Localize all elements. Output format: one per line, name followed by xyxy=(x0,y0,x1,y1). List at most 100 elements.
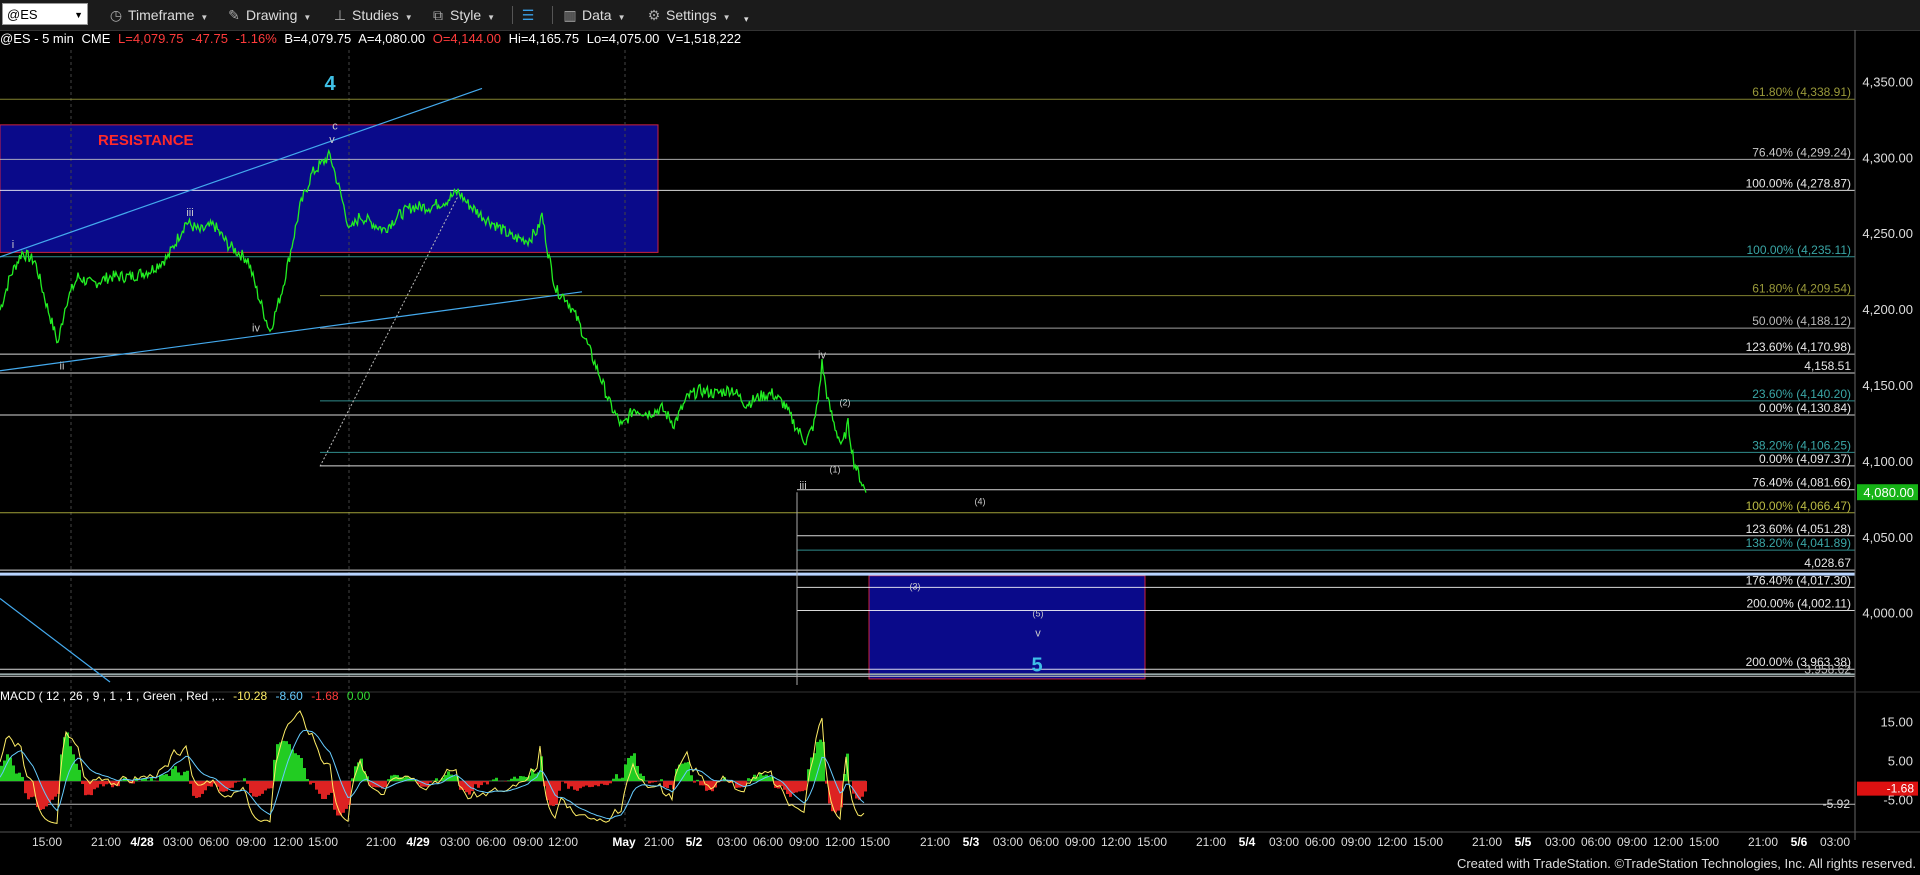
macd-histogram-bar xyxy=(483,781,486,783)
macd-histogram-bar xyxy=(600,781,603,784)
macd-histogram-bar xyxy=(51,781,54,800)
macd-histogram-bar xyxy=(777,781,780,789)
x-tick-label: 4/29 xyxy=(406,835,430,849)
x-tick-label: 12:00 xyxy=(825,835,855,849)
macd-histogram-bar xyxy=(663,781,666,788)
macd-histogram-bar xyxy=(162,774,165,782)
macd-histogram-bar xyxy=(582,781,585,787)
price-chart[interactable]: RESISTANCE 61.80% (4,338.91) 76.40% (4,29… xyxy=(0,0,1920,875)
y-tick-label: 4,150.00 xyxy=(1862,378,1913,393)
macd-histogram-bar xyxy=(450,774,453,782)
wave-label: iii xyxy=(799,480,806,492)
wave-label: (4) xyxy=(975,496,986,506)
x-tick-label: 06:00 xyxy=(476,835,506,849)
macd-histogram-bar xyxy=(42,781,45,810)
macd-diff-value: -1.68 xyxy=(311,689,339,703)
macd-histogram-bar xyxy=(261,781,264,794)
macd-histogram-bar xyxy=(477,781,480,788)
macd-histogram-bar xyxy=(228,781,231,789)
y-tick-label: 4,050.00 xyxy=(1862,530,1913,545)
fib-level-label: 76.40% (4,299.24) xyxy=(1752,145,1851,159)
macd-histogram-bar xyxy=(789,781,792,797)
macd-histogram-bar xyxy=(243,778,246,782)
macd-histogram-bar xyxy=(558,781,561,791)
x-tick-label: 03:00 xyxy=(1820,835,1850,849)
macd-histogram-bar xyxy=(792,781,795,794)
macd-histogram-bar xyxy=(102,781,105,787)
macd-histogram-bar xyxy=(84,781,87,796)
macd-histogram-bar xyxy=(54,781,57,797)
fib-level-label: 100.00% (4,278.87) xyxy=(1746,176,1851,190)
macd-histogram-bar xyxy=(495,777,498,782)
fib-level-label: 123.60% (4,051.28) xyxy=(1746,522,1851,536)
y-tick-label: 4,000.00 xyxy=(1862,606,1913,621)
x-tick-label: 15:00 xyxy=(32,835,62,849)
macd-histogram-bar xyxy=(270,781,273,789)
resistance-label: RESISTANCE xyxy=(98,132,194,149)
macd-histogram-bar xyxy=(252,781,255,797)
macd-histogram-bar xyxy=(651,781,654,783)
fib-level-label: 200.00% (4,002.11) xyxy=(1746,596,1851,610)
fib-level-label: 38.20% (4,106.25) xyxy=(1752,438,1851,452)
macd-histogram-bar xyxy=(660,779,663,782)
macd-histogram-bar xyxy=(864,781,867,792)
macd-histogram-bar xyxy=(555,781,558,805)
macd-histogram-bar xyxy=(201,781,204,794)
macd-histogram-bar xyxy=(75,763,78,782)
x-tick-label: 15:00 xyxy=(308,835,338,849)
macd-histogram-bar xyxy=(21,776,24,782)
x-tick-label: 03:00 xyxy=(163,835,193,849)
macd-histogram-bar xyxy=(798,781,801,792)
x-tick-label: 15:00 xyxy=(1413,835,1443,849)
macd-histogram-bar xyxy=(231,781,234,788)
macd-histogram-bar xyxy=(297,755,300,782)
macd-histogram-bar xyxy=(567,781,570,789)
macd-histogram-bar xyxy=(147,780,150,782)
macd-histogram-bar xyxy=(324,781,327,800)
macd-histogram-bar xyxy=(93,781,96,790)
macd-histogram-bar xyxy=(768,777,771,782)
macd-histogram-bar xyxy=(411,780,414,782)
macd-histogram-bar xyxy=(516,778,519,782)
macd-line-value-label: -5.92 xyxy=(1823,797,1851,811)
y-tick-label: 4,200.00 xyxy=(1862,302,1913,317)
macd-histogram-bar xyxy=(510,778,513,782)
macd-histogram-bar xyxy=(609,781,612,784)
wave-label: v xyxy=(1035,627,1041,639)
macd-histogram-bar xyxy=(612,778,615,782)
x-tick-label: 4/28 xyxy=(130,835,154,849)
x-tick-label: 09:00 xyxy=(1617,835,1647,849)
x-tick-label: 21:00 xyxy=(920,835,950,849)
macd-histogram-bar xyxy=(294,753,297,782)
macd-histogram-bar xyxy=(597,781,600,787)
fib-level-label: 0.00% (4,097.37) xyxy=(1759,452,1851,466)
macd-histogram-bar xyxy=(564,781,567,784)
macd-histogram-bar xyxy=(585,781,588,786)
fib-level-label: 123.60% (4,170.98) xyxy=(1746,340,1851,354)
x-tick-label: 09:00 xyxy=(1341,835,1371,849)
wave-label: c xyxy=(332,120,338,132)
macd-histogram-bar xyxy=(507,780,510,782)
x-tick-label: 03:00 xyxy=(1269,835,1299,849)
macd-y-tick-label: 15.00 xyxy=(1880,714,1913,729)
macd-histogram-bar xyxy=(687,761,690,782)
macd-histogram-bar xyxy=(144,778,147,782)
x-tick-label: 12:00 xyxy=(1653,835,1683,849)
macd-histogram-bar xyxy=(177,772,180,782)
macd-histogram-bar xyxy=(258,781,261,796)
macd-histogram-bar xyxy=(78,769,81,782)
y-tick-label: 4,300.00 xyxy=(1862,150,1913,165)
y-tick-label: 4,100.00 xyxy=(1862,454,1913,469)
fib-level-label: 4,158.51 xyxy=(1804,359,1851,373)
macd-histogram-bar xyxy=(288,744,291,782)
macd-histogram-bar xyxy=(303,767,306,782)
x-tick-label: 06:00 xyxy=(199,835,229,849)
macd-histogram-bar xyxy=(711,781,714,792)
wave-label: (5) xyxy=(1033,609,1044,619)
x-tick-label: 12:00 xyxy=(1377,835,1407,849)
wave-label: iv xyxy=(818,350,826,362)
macd-histogram-bar xyxy=(618,778,621,782)
macd-histogram-bar xyxy=(171,768,174,782)
macd-histogram-bar xyxy=(174,766,177,782)
macd-histogram-bar xyxy=(96,781,99,788)
